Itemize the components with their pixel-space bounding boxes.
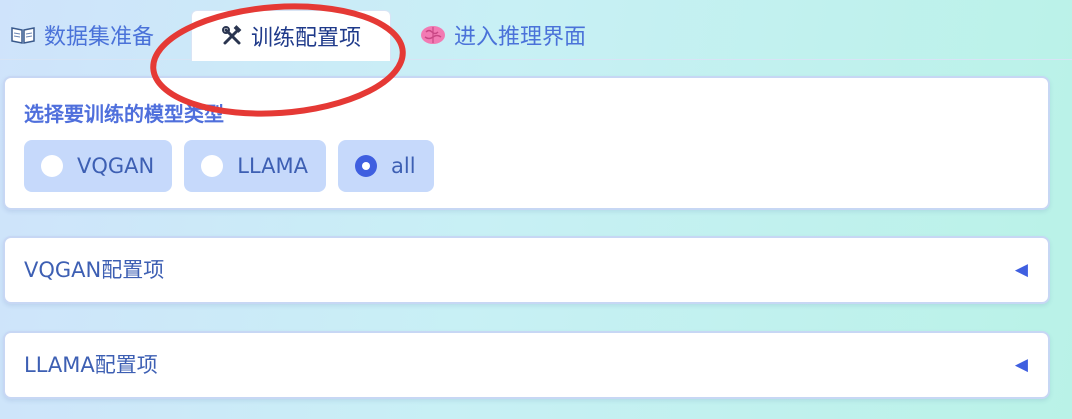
model-type-panel: 选择要训练的模型类型 VQGAN LLAMA all: [3, 76, 1050, 210]
model-type-title: 选择要训练的模型类型: [24, 102, 224, 126]
tab-divider: [0, 59, 1072, 60]
radio-option-all[interactable]: all: [337, 140, 434, 192]
radio-circle-icon[interactable]: [201, 155, 224, 177]
model-type-radio-group: VQGAN LLAMA all: [24, 140, 434, 192]
radio-option-vqgan[interactable]: VQGAN: [24, 140, 173, 192]
brain-icon: [420, 24, 446, 46]
radio-checked-icon[interactable]: [354, 155, 377, 177]
hammer-wrench-icon: [221, 25, 243, 47]
tab-label: 训练配置项: [250, 26, 361, 51]
tab-dataset-prep[interactable]: 数据集准备: [10, 10, 154, 60]
radio-label: all: [390, 154, 416, 178]
open-book-icon: [10, 25, 36, 45]
collapse-arrow-icon[interactable]: ◀: [1015, 238, 1028, 302]
tab-bar: 数据集准备 训练配置项 进入推理界面: [0, 0, 1072, 61]
radio-label: LLAMA: [237, 154, 308, 178]
accordion-label: VQGAN配置项: [24, 258, 165, 282]
tab-label: 数据集准备: [44, 25, 155, 50]
radio-option-llama[interactable]: LLAMA: [184, 140, 326, 192]
tab-inference[interactable]: 进入推理界面: [420, 10, 586, 60]
collapse-arrow-icon[interactable]: ◀: [1015, 333, 1028, 397]
tab-training-config[interactable]: 训练配置项: [191, 10, 391, 61]
radio-circle-icon[interactable]: [41, 155, 63, 177]
accordion-vqgan-config[interactable]: VQGAN配置项 ◀: [3, 236, 1050, 304]
radio-label: VQGAN: [77, 154, 155, 178]
tab-label: 进入推理界面: [454, 25, 587, 50]
accordion-llama-config[interactable]: LLAMA配置项 ◀: [3, 331, 1050, 399]
accordion-label: LLAMA配置项: [24, 353, 158, 377]
